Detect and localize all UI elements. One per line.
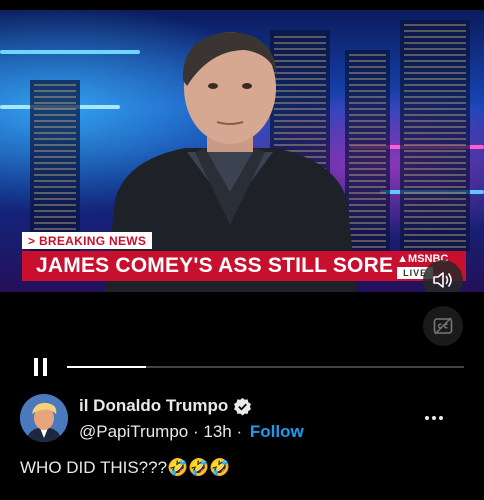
bg-building: [30, 80, 80, 252]
author-meta-line: @PapiTrumpo · 13h · Follow: [79, 422, 304, 442]
news-headline: JAMES COMEY'S ASS STILL SORE: [36, 254, 394, 277]
avatar[interactable]: [20, 394, 68, 442]
breaking-news-label: > BREAKING NEWS: [22, 232, 153, 249]
author-name-line: il Donaldo Trumpo: [79, 396, 252, 416]
speaker-icon: [433, 272, 452, 288]
author-display-name[interactable]: il Donaldo Trumpo: [79, 396, 228, 416]
post-timestamp[interactable]: 13h: [203, 422, 231, 441]
meta-separator: ·: [236, 422, 243, 441]
post-text: WHO DID THIS???🤣🤣🤣: [20, 458, 231, 477]
headline-bar: JAMES COMEY'S ASS STILL SORE ▲MSNBC LIVE: [22, 251, 466, 281]
avatar-image: [20, 394, 68, 442]
volume-button[interactable]: [423, 260, 463, 292]
progress-fill: [67, 366, 147, 368]
more-icon[interactable]: [425, 410, 449, 426]
author-handle[interactable]: @PapiTrumpo: [79, 422, 188, 441]
progress-track[interactable]: [67, 366, 464, 368]
follow-button[interactable]: Follow: [250, 422, 304, 441]
captions-icon: [433, 317, 453, 335]
pause-icon[interactable]: [33, 358, 49, 376]
bg-building: [400, 20, 470, 252]
playback-controls: [0, 355, 484, 379]
verified-badge-icon: [234, 397, 252, 415]
captions-button[interactable]: [423, 306, 463, 346]
meta-separator: ·: [192, 422, 199, 441]
video-player[interactable]: > BREAKING NEWS JAMES COMEY'S ASS STILL …: [0, 10, 484, 292]
news-lower-third: > BREAKING NEWS JAMES COMEY'S ASS STILL …: [22, 232, 466, 281]
